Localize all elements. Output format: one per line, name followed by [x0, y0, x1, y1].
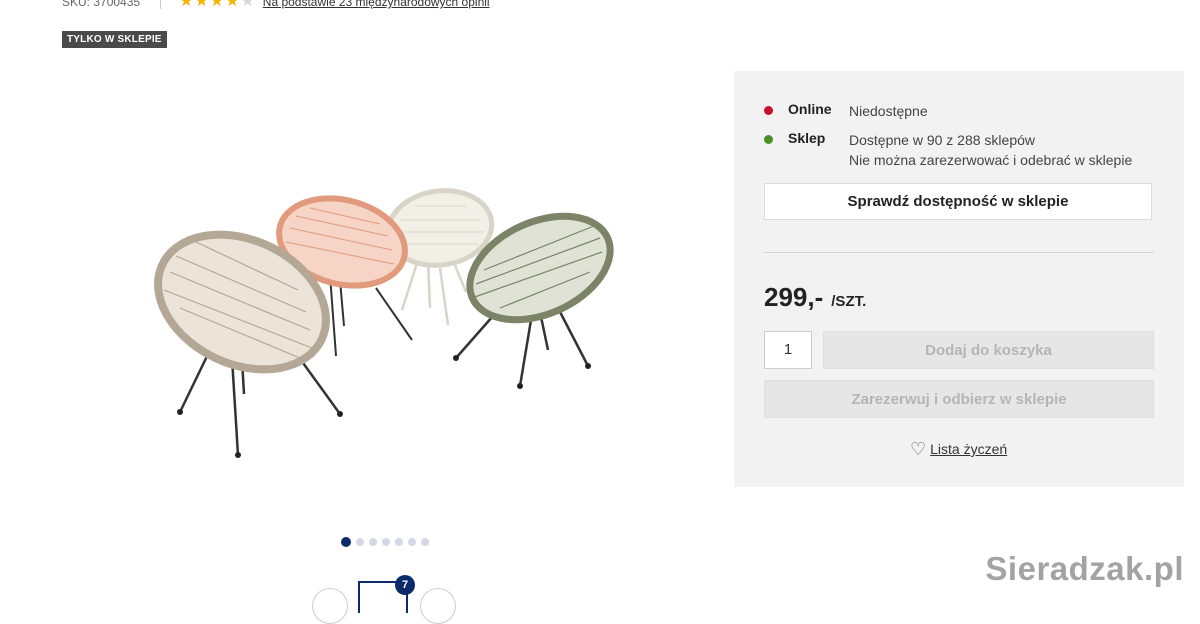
availability-online: Online Niedostępne [764, 101, 928, 121]
reviews-link[interactable]: Na podstawie 23 międzynarodowych opinii [263, 0, 490, 9]
star-empty-icon: ★ [240, 0, 255, 10]
store-only-badge: TYLKO W SKLEPIE [62, 31, 167, 48]
store-label: Sklep [788, 130, 826, 146]
store-note: Nie można zarezerwować i odebrać w sklep… [849, 152, 1133, 168]
carousel-prev-button[interactable] [312, 588, 348, 624]
star-icon: ★ [225, 0, 240, 10]
carousel-next-button[interactable] [420, 588, 456, 624]
carousel-dot[interactable] [341, 537, 351, 547]
star-icon: ★ [179, 0, 194, 10]
carousel-dots [341, 537, 429, 547]
add-to-cart-button[interactable]: Dodaj do koszyka [823, 331, 1154, 369]
rating-stars: ★ ★ ★ ★ ★ [179, 0, 255, 10]
availability-store: Sklep Dostępne w 90 z 288 sklepów Nie mo… [764, 130, 1132, 170]
price-amount: 299,- [764, 282, 824, 312]
check-store-availability-button[interactable]: Sprawdź dostępność w sklepie [764, 183, 1152, 220]
carousel-dot[interactable] [382, 538, 390, 546]
price-block: 299,- /SZT. [764, 282, 866, 313]
online-label: Online [788, 101, 832, 117]
purchase-panel: Online Niedostępne Sklep Dostępne w 90 z… [734, 71, 1184, 487]
carousel-dot[interactable] [369, 538, 377, 546]
status-dot-icon [764, 135, 773, 144]
price-unit: /SZT. [831, 293, 867, 310]
wishlist-link[interactable]: ♡ Lista życzeń [910, 440, 1007, 458]
meta-divider [160, 0, 162, 9]
carousel-dot[interactable] [356, 538, 364, 546]
star-icon: ★ [194, 0, 209, 10]
product-image[interactable] [140, 180, 630, 480]
product-meta-row: SKU: 3700435 ★ ★ ★ ★ ★ Na podstawie 23 m… [62, 0, 490, 12]
star-icon: ★ [209, 0, 225, 10]
reserve-pickup-button[interactable]: Zarezerwuj i odbierz w sklepie [764, 380, 1154, 418]
store-status-block: Dostępne w 90 z 288 sklepów Nie można za… [849, 130, 1132, 170]
divider [764, 252, 1154, 253]
online-status: Niedostępne [849, 103, 928, 119]
carousel-dot[interactable] [421, 538, 429, 546]
wishlist-label: Lista życzeń [930, 441, 1008, 457]
heart-icon: ♡ [910, 439, 927, 459]
carousel-dot[interactable] [395, 538, 403, 546]
quantity-input[interactable]: 1 [764, 331, 812, 369]
thumbnail-count-badge: 7 [395, 575, 415, 595]
store-status: Dostępne w 90 z 288 sklepów [849, 132, 1035, 148]
status-dot-icon [764, 106, 773, 115]
watermark: Sieradzak.pl [985, 550, 1184, 587]
sku-label: SKU: 3700435 [62, 0, 141, 9]
carousel-dot[interactable] [408, 538, 416, 546]
